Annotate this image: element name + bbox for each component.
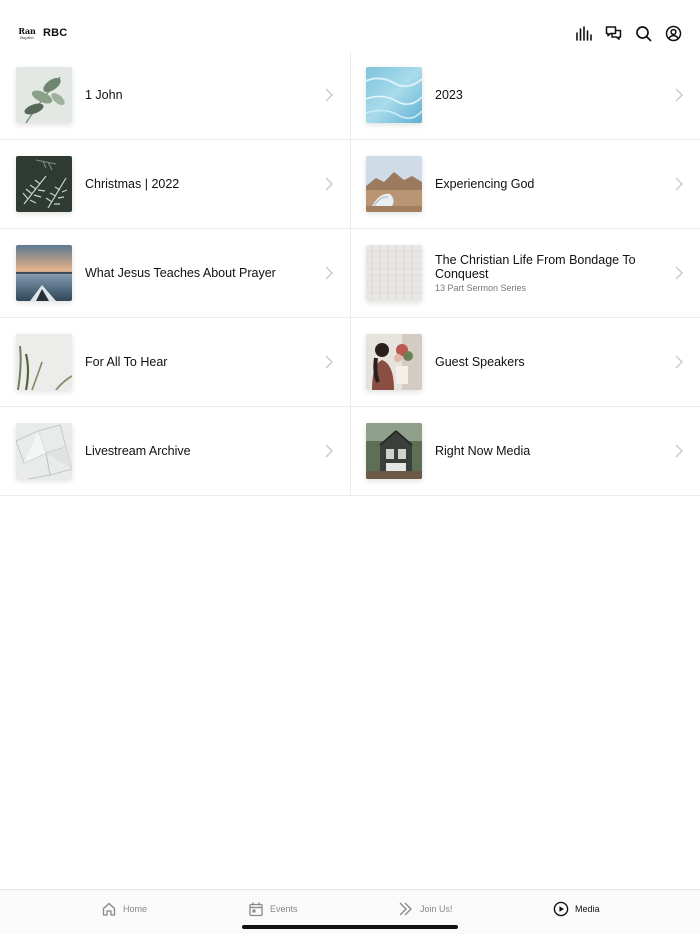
collection-what-jesus-teaches-about-prayer[interactable]: What Jesus Teaches About Prayer [0, 229, 350, 318]
collection-thumbnail [16, 156, 72, 212]
tab-join-us[interactable]: Join Us! [398, 900, 453, 918]
collection-text: For All To Hear [85, 318, 310, 406]
collection-title: Christmas | 2022 [85, 177, 180, 191]
tab-media[interactable]: Media [553, 900, 600, 918]
church-logo: Ran Baptist [18, 27, 36, 40]
collection-text: Christmas | 2022 [85, 140, 310, 228]
chat-icon[interactable] [605, 25, 622, 42]
collection-2023[interactable]: 2023 [350, 51, 700, 140]
collection-thumbnail [366, 423, 422, 479]
collection-text: 2023 [435, 51, 660, 139]
collection-thumbnail [366, 67, 422, 123]
collection-christian-life-bondage-to-conquest[interactable]: The Christian Life From Bondage To Conqu… [350, 229, 700, 318]
collection-title: Right Now Media [435, 444, 531, 458]
app-header: Ran Baptist RBC [0, 0, 700, 52]
collection-text: Right Now Media [435, 407, 660, 495]
collection-text: 1 John [85, 51, 310, 139]
collection-text: Experiencing God [435, 140, 660, 228]
collection-text: Guest Speakers [435, 318, 660, 406]
collection-experiencing-god[interactable]: Experiencing God [350, 140, 700, 229]
chevron-right-icon [675, 88, 683, 102]
chevron-right-icon [675, 355, 683, 369]
collection-text: The Christian Life From Bondage To Conqu… [435, 229, 660, 317]
tab-label: Media [575, 904, 600, 914]
tab-label: Join Us! [420, 904, 453, 914]
collection-title: Guest Speakers [435, 355, 525, 369]
collection-thumbnail [16, 245, 72, 301]
collection-title: 1 John [85, 88, 123, 102]
tab-label: Home [123, 904, 148, 914]
collection-christmas-2022[interactable]: Christmas | 2022 [0, 140, 350, 229]
chevron-right-icon [675, 177, 683, 191]
collection-for-all-to-hear[interactable]: For All To Hear [0, 318, 350, 407]
chevron-right-icon [325, 355, 333, 369]
collection-text: What Jesus Teaches About Prayer [85, 229, 310, 317]
collection-livestream-archive[interactable]: Livestream Archive [0, 407, 350, 496]
chevron-right-icon [325, 88, 333, 102]
collection-thumbnail [16, 334, 72, 390]
collection-thumbnail [16, 423, 72, 479]
calendar-icon [249, 902, 263, 917]
collection-thumbnail [366, 156, 422, 212]
logo-sub-text: Baptist [20, 35, 34, 40]
play-circle-icon [553, 901, 569, 917]
logo-main-text: Ran [18, 26, 36, 36]
collection-thumbnail [366, 245, 422, 301]
collection-title: The Christian Life From Bondage To Conqu… [435, 253, 636, 281]
collection-subtitle: 13 Part Sermon Series [435, 283, 527, 293]
home-indicator[interactable] [242, 925, 458, 929]
tab-home[interactable]: Home [101, 900, 147, 918]
chevron-right-icon [325, 444, 333, 458]
media-collections-grid: 1 John 2023 Christmas | 2022 Experiencin… [0, 51, 700, 496]
collection-title: 2023 [435, 88, 463, 102]
collection-1-john[interactable]: 1 John [0, 51, 350, 140]
account-icon[interactable] [665, 25, 682, 42]
chevron-right-icon [675, 266, 683, 280]
collection-title: What Jesus Teaches About Prayer [85, 266, 276, 280]
collection-thumbnail [366, 334, 422, 390]
collection-right-now-media[interactable]: Right Now Media [350, 407, 700, 496]
tab-label: Events [270, 904, 298, 914]
chevron-right-icon [675, 444, 683, 458]
search-icon[interactable] [635, 25, 652, 42]
tab-events[interactable]: Events [248, 900, 298, 918]
audio-bars-icon[interactable] [575, 25, 592, 42]
chevron-right-icon [325, 266, 333, 280]
collection-title: Livestream Archive [85, 444, 191, 458]
collection-title: Experiencing God [435, 177, 535, 191]
home-icon [102, 902, 116, 916]
app-title: RBC [43, 27, 68, 39]
collection-guest-speakers[interactable]: Guest Speakers [350, 318, 700, 407]
double-chevron-icon [399, 902, 412, 916]
chevron-right-icon [325, 177, 333, 191]
collection-text: Livestream Archive [85, 407, 310, 495]
collection-thumbnail [16, 67, 72, 123]
collection-title: For All To Hear [85, 355, 168, 369]
